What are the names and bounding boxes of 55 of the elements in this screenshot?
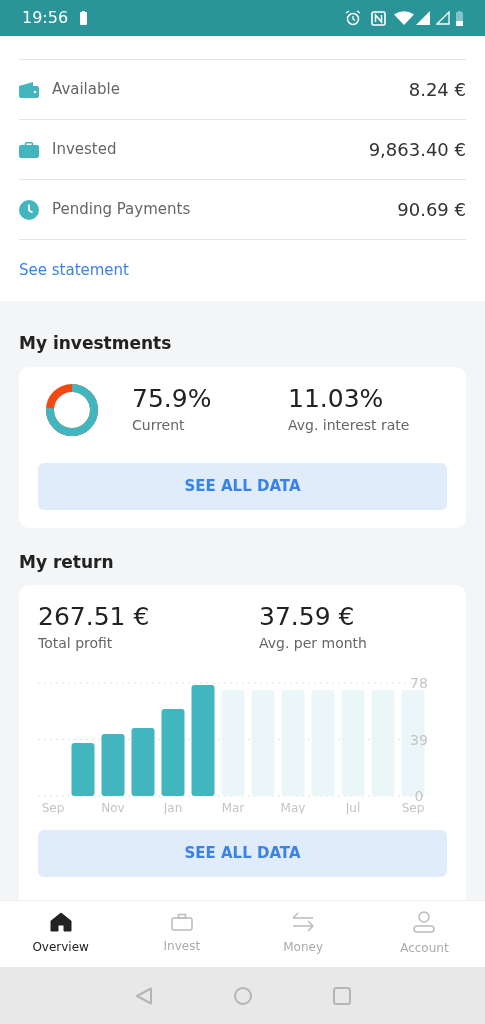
briefcase-icon (19, 141, 39, 158)
balance-label: Available (52, 79, 121, 101)
donut-chart (45, 382, 99, 437)
balance-amount: 90.69 € (397, 198, 466, 222)
signal-icon (436, 11, 450, 25)
statement-link[interactable]: See statement (19, 259, 129, 282)
nfc-icon (371, 10, 386, 26)
home-icon (49, 912, 72, 932)
home-button-icon[interactable] (232, 985, 253, 1006)
nav-tab[interactable]: Money (242, 901, 364, 967)
transfer-icon (291, 912, 316, 932)
axis-label: May (280, 801, 306, 814)
clock-icon (19, 199, 39, 220)
stat-label: Avg. interest rate (288, 416, 411, 435)
axis-label: Jul (345, 801, 361, 814)
chart-bar (101, 734, 125, 796)
nav-tab[interactable]: Invest (121, 901, 243, 967)
stat-value: 267.51 € (38, 601, 151, 633)
axis-label: Sep (401, 801, 425, 814)
axis-label: 78 (410, 675, 428, 691)
axis-label: Nov (101, 801, 125, 814)
section-heading: My return (19, 550, 115, 574)
balance-amount: 9,863.40 € (368, 138, 466, 162)
person-icon (413, 911, 436, 933)
stat-label: Avg. per month (259, 634, 368, 653)
stat-label: Current (132, 416, 186, 435)
balance-label: Invested (52, 139, 118, 161)
clock-time: 19:56 (22, 7, 69, 29)
axis-label: 0 (414, 788, 424, 804)
stat-label: Total profit (38, 634, 114, 653)
chart-bar (131, 728, 155, 796)
back-icon[interactable] (134, 986, 153, 1005)
section-heading: My investments (19, 332, 173, 355)
wallet-icon (19, 81, 39, 98)
axis-label: Mar (221, 801, 245, 814)
axis-label: 39 (410, 731, 428, 748)
stat-value: 11.03% (288, 383, 385, 415)
nav-tab[interactable]: Overview (0, 901, 122, 967)
stat-value: 37.59 € (259, 601, 356, 633)
recents-icon[interactable] (332, 986, 351, 1005)
wifi-icon (394, 11, 414, 25)
battery-icon (456, 10, 463, 26)
chart-bar (71, 743, 95, 796)
balance-label: Pending Payments (52, 199, 192, 221)
see-all-data-button[interactable]: SEE ALL DATA (38, 830, 447, 877)
axis-label: Sep (41, 801, 65, 814)
nav-tab[interactable]: Account (363, 901, 485, 967)
stat-value: 75.9% (132, 383, 213, 415)
balance-amount: 8.24 € (408, 78, 466, 102)
battery-icon (80, 11, 88, 25)
signal-icon (416, 11, 430, 25)
briefcase-icon (170, 913, 193, 931)
see-all-data-button[interactable]: SEE ALL DATA (38, 462, 447, 510)
alarm-icon (345, 10, 361, 26)
axis-label: Jan (163, 801, 183, 814)
